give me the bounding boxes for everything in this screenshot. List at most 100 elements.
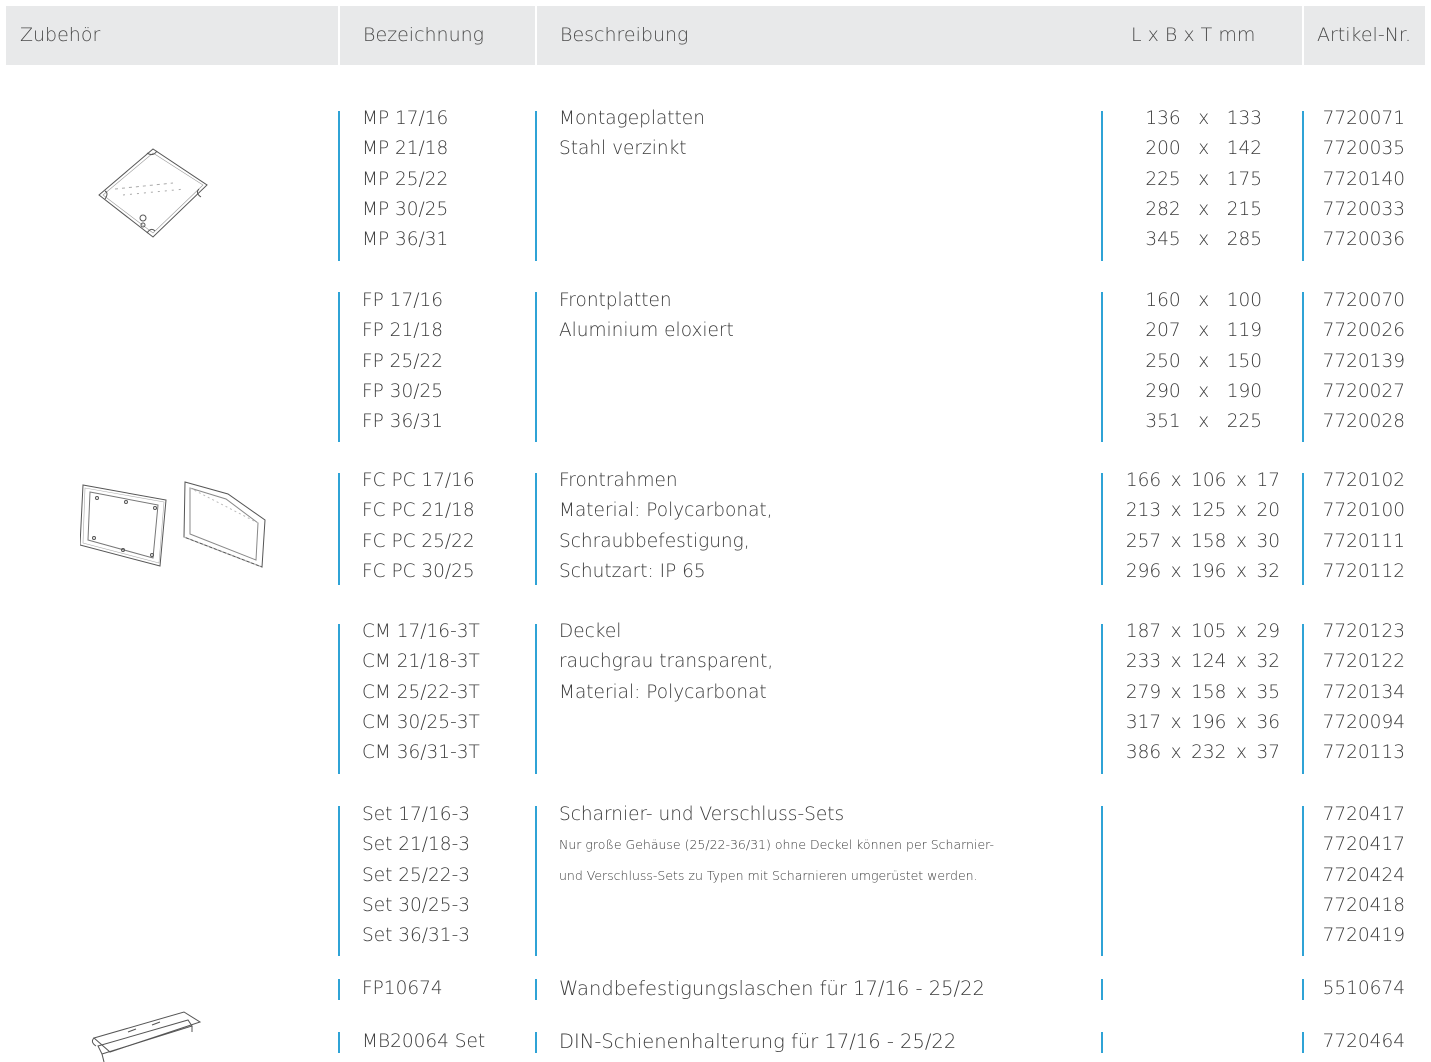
articles-frontplatten: 7720070 7720026 7720139 7720027 7720028 [1310, 286, 1405, 437]
dimension-row: 386 x 232 x 37 [1125, 742, 1280, 764]
description-line: DIN-Schienenhalterung für 17/16 - 25/22 [559, 1030, 957, 1053]
description-line: Montageplatten [559, 108, 705, 129]
row-divider [535, 979, 537, 1000]
articles-sets: 7720417 7720417 7720424 7720418 7720419 [1310, 800, 1405, 951]
description-line: Material: Polycarbonat, [559, 500, 773, 522]
article-number: 7720102 [1322, 470, 1405, 491]
row-divider [1302, 111, 1304, 261]
article-number: 7720418 [1322, 894, 1405, 916]
row-divider [535, 624, 537, 774]
description-line: Schutzart: IP 65 [559, 560, 706, 582]
row-divider [338, 624, 340, 774]
dimensions-montageplatten: 136 x 133 200 x 142 225 x 175 282 x 215 345 x 285 [1130, 104, 1262, 255]
row-divider [1101, 292, 1103, 442]
article-name: FP 30/25 [362, 380, 443, 402]
articles-din-schiene: 7720464 [1310, 1027, 1405, 1057]
row-divider [338, 473, 340, 585]
dimension-row: 136 x 133 [1145, 108, 1262, 129]
dimension-row: 207 x 119 [1145, 320, 1262, 342]
dimension-row: 250 x 150 [1145, 350, 1262, 372]
article-number: 7720419 [1322, 925, 1405, 947]
article-name: Set 30/25-3 [362, 894, 471, 916]
row-divider [338, 1032, 340, 1053]
article-number: 7720134 [1322, 681, 1405, 703]
row-divider [1101, 979, 1103, 1000]
dimension-row: 233 x 124 x 32 [1125, 651, 1280, 673]
row-divider [1302, 1032, 1304, 1053]
article-name: Set 17/16-3 [362, 804, 471, 825]
article-name: CM 30/25-3T [362, 711, 480, 733]
names-frontrahmen: FC PC 17/16 FC PC 21/18 FC PC 25/22 FC P… [362, 466, 475, 587]
article-number: 7720424 [1322, 864, 1405, 886]
header-artikel: Artikel-Nr. [1317, 24, 1412, 46]
article-name: CM 21/18-3T [362, 651, 480, 673]
article-number: 7720035 [1322, 138, 1405, 160]
articles-deckel: 7720123 7720122 7720134 7720094 7720113 [1310, 617, 1405, 768]
article-name: MP 21/18 [362, 138, 449, 160]
names-deckel: CM 17/16-3T CM 21/18-3T CM 25/22-3T CM 3… [362, 617, 480, 768]
description-line: Deckel [559, 621, 622, 642]
description-deckel: Deckel rauchgrau transparent, Material: … [559, 617, 773, 708]
article-name: CM 36/31-3T [362, 742, 480, 764]
articles-wandbefestigung: 5510674 [1310, 974, 1405, 1004]
description-din-schiene: DIN-Schienenhalterung für 17/16 - 25/22 [559, 1027, 956, 1057]
description-wandbefestigung: Wandbefestigungslaschen für 17/16 - 25/2… [559, 974, 985, 1004]
row-divider [1302, 473, 1304, 585]
description-line: Frontplatten [559, 290, 672, 311]
article-name: Set 36/31-3 [362, 925, 471, 947]
article-number: 7720036 [1322, 229, 1405, 251]
article-name: FC PC 17/16 [362, 470, 475, 491]
dimension-row: 317 x 196 x 36 [1125, 711, 1280, 733]
description-sets: Scharnier- und Verschluss-Sets Nur große… [559, 800, 994, 891]
row-divider [338, 292, 340, 442]
row-divider [338, 979, 340, 1000]
description-line: Stahl verzinkt [559, 138, 687, 160]
row-divider [1302, 292, 1304, 442]
description-frontplatten: Frontplatten Aluminium eloxiert [559, 286, 734, 347]
names-montageplatten: MP 17/16 MP 21/18 MP 25/22 MP 30/25 MP 3… [362, 104, 448, 255]
article-name: MP 25/22 [362, 168, 449, 190]
description-line: Schraubbefestigung, [559, 530, 750, 552]
article-name: Set 25/22-3 [362, 864, 471, 886]
row-divider [338, 111, 340, 261]
header-zubehoer: Zubehör [20, 24, 101, 46]
article-number: 5510674 [1322, 978, 1405, 999]
article-name: FC PC 30/25 [362, 560, 475, 582]
article-number: 7720417 [1322, 804, 1405, 825]
row-divider [1302, 979, 1304, 1000]
article-name: FC PC 25/22 [362, 530, 475, 552]
names-frontplatten: FP 17/16 FP 21/18 FP 25/22 FP 30/25 FP 3… [362, 286, 443, 437]
row-divider [535, 473, 537, 585]
article-number: 7720112 [1322, 560, 1405, 582]
article-name: FP 17/16 [362, 290, 443, 311]
article-number: 7720123 [1322, 621, 1405, 642]
dimension-row: 290 x 190 [1145, 380, 1262, 402]
table-header: Zubehör Bezeichnung Beschreibung L x B x… [6, 6, 1425, 65]
article-name: FP 36/31 [362, 411, 443, 433]
dimension-row: 200 x 142 [1145, 138, 1262, 160]
front-frame-image [80, 481, 266, 568]
dimension-row: 279 x 158 x 35 [1125, 681, 1280, 703]
description-line: Frontrahmen [559, 470, 678, 491]
article-number: 7720070 [1322, 290, 1405, 311]
description-line: Aluminium eloxiert [559, 320, 734, 342]
description-note: und Verschluss-Sets zu Typen mit Scharni… [559, 867, 978, 883]
article-number: 7720027 [1322, 380, 1405, 402]
dimension-row: 257 x 158 x 30 [1125, 530, 1280, 552]
article-number: 7720100 [1322, 500, 1405, 522]
names-wandbefestigung: FP10674 [362, 974, 443, 1004]
article-name: MP 17/16 [362, 108, 449, 129]
dimensions-frontplatten: 160 x 100 207 x 119 250 x 150 290 x 190 351 x 225 [1130, 286, 1262, 437]
names-din-schiene: MB20064 Set [362, 1027, 485, 1057]
article-name: MP 30/25 [362, 198, 449, 220]
mounting-plate-image [98, 148, 208, 238]
article-name: MP 36/31 [362, 229, 449, 251]
header-masse: L x B x T mm [1131, 24, 1256, 46]
description-line: Scharnier- und Verschluss-Sets [559, 804, 845, 825]
article-number: 7720094 [1322, 711, 1405, 733]
article-name: FP 21/18 [362, 320, 443, 342]
article-number: 7720026 [1322, 320, 1405, 342]
article-name: FP10674 [362, 978, 443, 999]
header-separator [535, 6, 537, 65]
row-divider [1302, 806, 1304, 956]
